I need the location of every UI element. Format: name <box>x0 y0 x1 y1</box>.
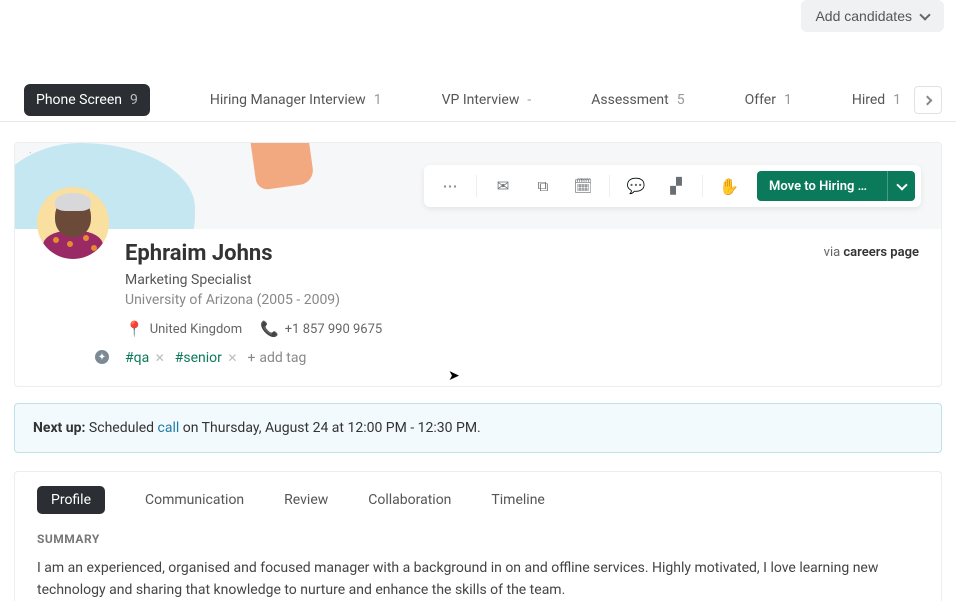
disqualify-button[interactable]: ✋ <box>709 165 749 207</box>
tab-timeline[interactable]: Timeline <box>491 486 544 514</box>
next-up-label: Next up: <box>33 420 85 436</box>
stage-count: 1 <box>374 92 382 108</box>
stage-count: - <box>527 92 531 108</box>
decorative-blob <box>249 143 315 191</box>
separator <box>702 175 703 197</box>
stage-label: Assessment <box>591 92 668 108</box>
tags-row: #qa ✕ #senior ✕ + add tag <box>125 350 919 366</box>
tag-text: #senior <box>175 350 222 366</box>
ellipsis-icon: ⋯ <box>443 177 458 195</box>
stage-label: Hired <box>852 92 885 108</box>
hand-stop-icon: ✋ <box>719 177 739 196</box>
candidate-name: Ephraim Johns <box>125 241 919 266</box>
move-to-stage-label: Move to Hiring Mana… <box>757 179 887 194</box>
stage-count: 9 <box>130 92 138 108</box>
phone-text: +1 857 990 9675 <box>285 322 382 337</box>
phone-icon: 📞 <box>260 320 279 338</box>
separator <box>609 175 610 197</box>
add-candidates-label: Add candidates <box>815 8 912 24</box>
share-icon: ⧉ <box>538 177 549 195</box>
envelope-icon: ✉ <box>497 177 510 195</box>
share-button[interactable]: ⧉ <box>523 165 563 207</box>
stage-count: 1 <box>784 92 792 108</box>
add-candidates-button[interactable]: Add candidates <box>801 0 944 32</box>
more-actions-button[interactable]: ⋯ <box>430 165 470 207</box>
stage-count: 5 <box>677 92 685 108</box>
profile-tabs: Profile Communication Review Collaborati… <box>37 486 919 514</box>
remove-tag-icon[interactable]: ✕ <box>227 351 237 365</box>
candidate-toolbar: ⋯ ✉ ⧉ 🗓 💬 ▞ ✋ Move to Hiring Mana… <box>424 165 921 207</box>
location-text: United Kingdom <box>150 322 242 337</box>
summary-heading: SUMMARY <box>37 532 919 546</box>
tag-senior[interactable]: #senior ✕ <box>175 350 238 366</box>
move-to-stage-dropdown[interactable] <box>887 171 915 201</box>
profile-panel: Profile Communication Review Collaborati… <box>14 471 942 601</box>
steps-icon: ▞ <box>670 177 682 195</box>
candidate-phone: 📞 +1 857 990 9675 <box>260 320 382 338</box>
next-up-text-before: Scheduled <box>85 420 157 436</box>
summary-text: I am an experienced, organised and focus… <box>37 558 919 601</box>
stage-label: Offer <box>745 92 776 108</box>
send-email-button[interactable]: ✉ <box>483 165 523 207</box>
stage-hired[interactable]: Hired 1 <box>852 92 901 108</box>
tag-text: #qa <box>125 350 149 366</box>
remove-tag-icon[interactable]: ✕ <box>155 351 165 365</box>
chevron-right-icon <box>924 96 932 104</box>
candidate-title: Marketing Specialist <box>125 272 919 288</box>
stage-label: Phone Screen <box>36 92 122 108</box>
next-up-text-after: on Thursday, August 24 at 12:00 PM - 12:… <box>179 420 480 436</box>
next-up-notice: Next up: Scheduled call on Thursday, Aug… <box>14 403 942 453</box>
source-badge-icon: ✦ <box>93 348 111 366</box>
pipeline-scroll-next-button[interactable] <box>914 86 942 114</box>
calendar-icon: 🗓 <box>573 177 592 195</box>
avatar[interactable] <box>37 187 109 259</box>
separator <box>476 175 477 197</box>
candidate-location: 📍 United Kingdom <box>125 320 242 338</box>
comment-button[interactable]: 💬 <box>616 165 656 207</box>
banner: · · · · · ·· · · · · ·· · · · · ·· · · ·… <box>15 143 941 229</box>
stage-label: Hiring Manager Interview <box>210 92 366 108</box>
add-tag-button[interactable]: + add tag <box>247 350 306 366</box>
move-stage-icon-button[interactable]: ▞ <box>656 165 696 207</box>
via-prefix: via <box>824 245 844 260</box>
stage-offer[interactable]: Offer 1 <box>745 92 792 108</box>
tab-profile[interactable]: Profile <box>37 486 105 514</box>
tab-review[interactable]: Review <box>284 486 328 514</box>
add-tag-label: add tag <box>259 350 306 366</box>
chevron-down-icon <box>920 11 930 21</box>
schedule-button[interactable]: 🗓 <box>563 165 603 207</box>
chevron-down-icon <box>897 181 907 191</box>
plus-icon: + <box>247 350 255 366</box>
stage-count: 1 <box>893 92 901 108</box>
pipeline-bar: Phone Screen 9 Hiring Manager Interview … <box>0 78 956 122</box>
via-source: careers page <box>843 245 919 260</box>
stage-phone-screen[interactable]: Phone Screen 9 <box>24 84 150 116</box>
stage-assessment[interactable]: Assessment 5 <box>591 92 684 108</box>
stage-hiring-manager-interview[interactable]: Hiring Manager Interview 1 <box>210 92 382 108</box>
tag-qa[interactable]: #qa ✕ <box>125 350 165 366</box>
stage-label: VP Interview <box>442 92 520 108</box>
scheduled-call-link[interactable]: call <box>158 420 180 436</box>
stage-vp-interview[interactable]: VP Interview - <box>442 92 532 108</box>
candidate-education: University of Arizona (2005 - 2009) <box>125 292 919 308</box>
avatar-container: ✦ <box>37 187 109 366</box>
source-via: via careers page <box>824 245 919 260</box>
move-to-stage-button[interactable]: Move to Hiring Mana… <box>757 171 915 201</box>
tab-communication[interactable]: Communication <box>145 486 244 514</box>
tab-collaboration[interactable]: Collaboration <box>368 486 451 514</box>
chat-icon: 💬 <box>627 177 646 195</box>
location-pin-icon: 📍 <box>125 320 144 338</box>
candidate-card: · · · · · ·· · · · · ·· · · · · ·· · · ·… <box>14 142 942 387</box>
